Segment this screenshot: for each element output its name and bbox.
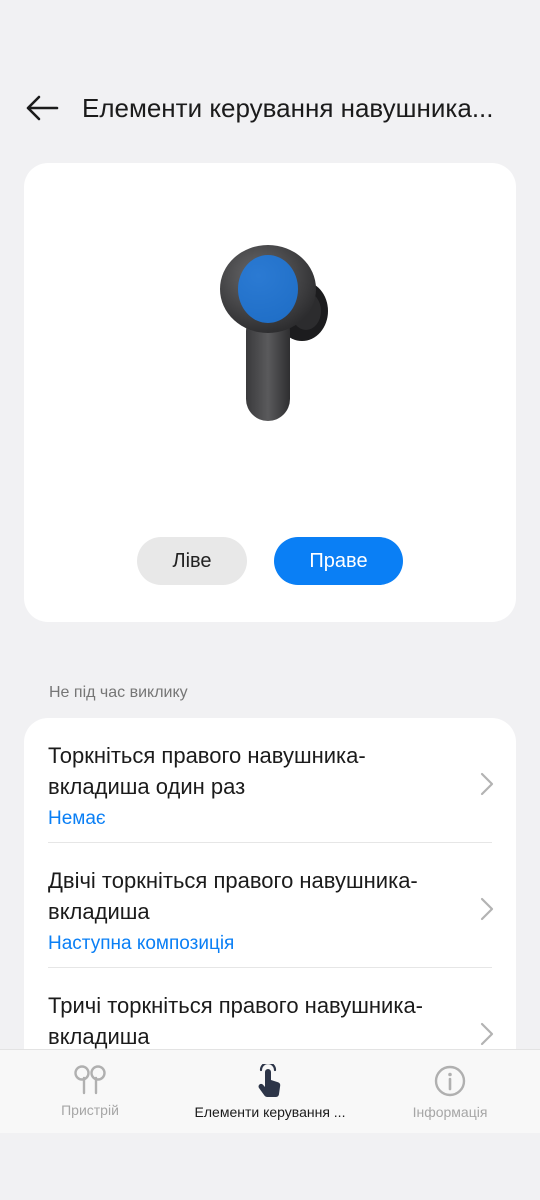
item-value: Немає [48, 808, 106, 829]
info-icon [434, 1065, 466, 1097]
chevron-right-icon [480, 897, 494, 921]
earbud-preview-card: Ліве Праве [24, 163, 516, 622]
list-item-double-tap[interactable]: Двічі торкніться правого навушника-вклад… [24, 843, 516, 967]
tab-controls[interactable]: Елементи керування ... [180, 1050, 360, 1133]
item-title: Двічі торкніться правого навушника-вклад… [48, 868, 418, 924]
chevron-right-icon [480, 772, 494, 796]
item-title: Тричі торкніться правого навушника-вклад… [48, 993, 424, 1049]
back-button[interactable] [16, 82, 68, 134]
list-item-single-tap[interactable]: Торкніться правого навушника-вкладиша од… [24, 718, 516, 842]
right-earbud-button[interactable]: Праве [274, 537, 403, 585]
chevron-right-icon [480, 1022, 494, 1046]
tab-device[interactable]: Пристрій [0, 1050, 180, 1133]
earbuds-icon [74, 1065, 106, 1095]
item-title: Торкніться правого навушника-вкладиша од… [48, 743, 366, 799]
bottom-navigation: Пристрій Елементи керування ... Інформац… [0, 1049, 540, 1133]
tab-label: Пристрій [61, 1102, 119, 1118]
top-bar: Елементи керування навушника... [0, 70, 540, 146]
tap-hand-icon [258, 1064, 281, 1097]
tab-info[interactable]: Інформація [360, 1050, 540, 1133]
tab-label: Елементи керування ... [194, 1104, 346, 1120]
page-title: Елементи керування навушника... [82, 92, 494, 123]
section-label: Не під час виклику [49, 684, 188, 701]
tab-label: Інформація [412, 1104, 488, 1120]
item-value: Наступна композиція [48, 933, 235, 954]
left-earbud-button[interactable]: Ліве [137, 537, 247, 585]
back-arrow-icon [26, 95, 59, 121]
earbud-illustration [220, 245, 328, 421]
